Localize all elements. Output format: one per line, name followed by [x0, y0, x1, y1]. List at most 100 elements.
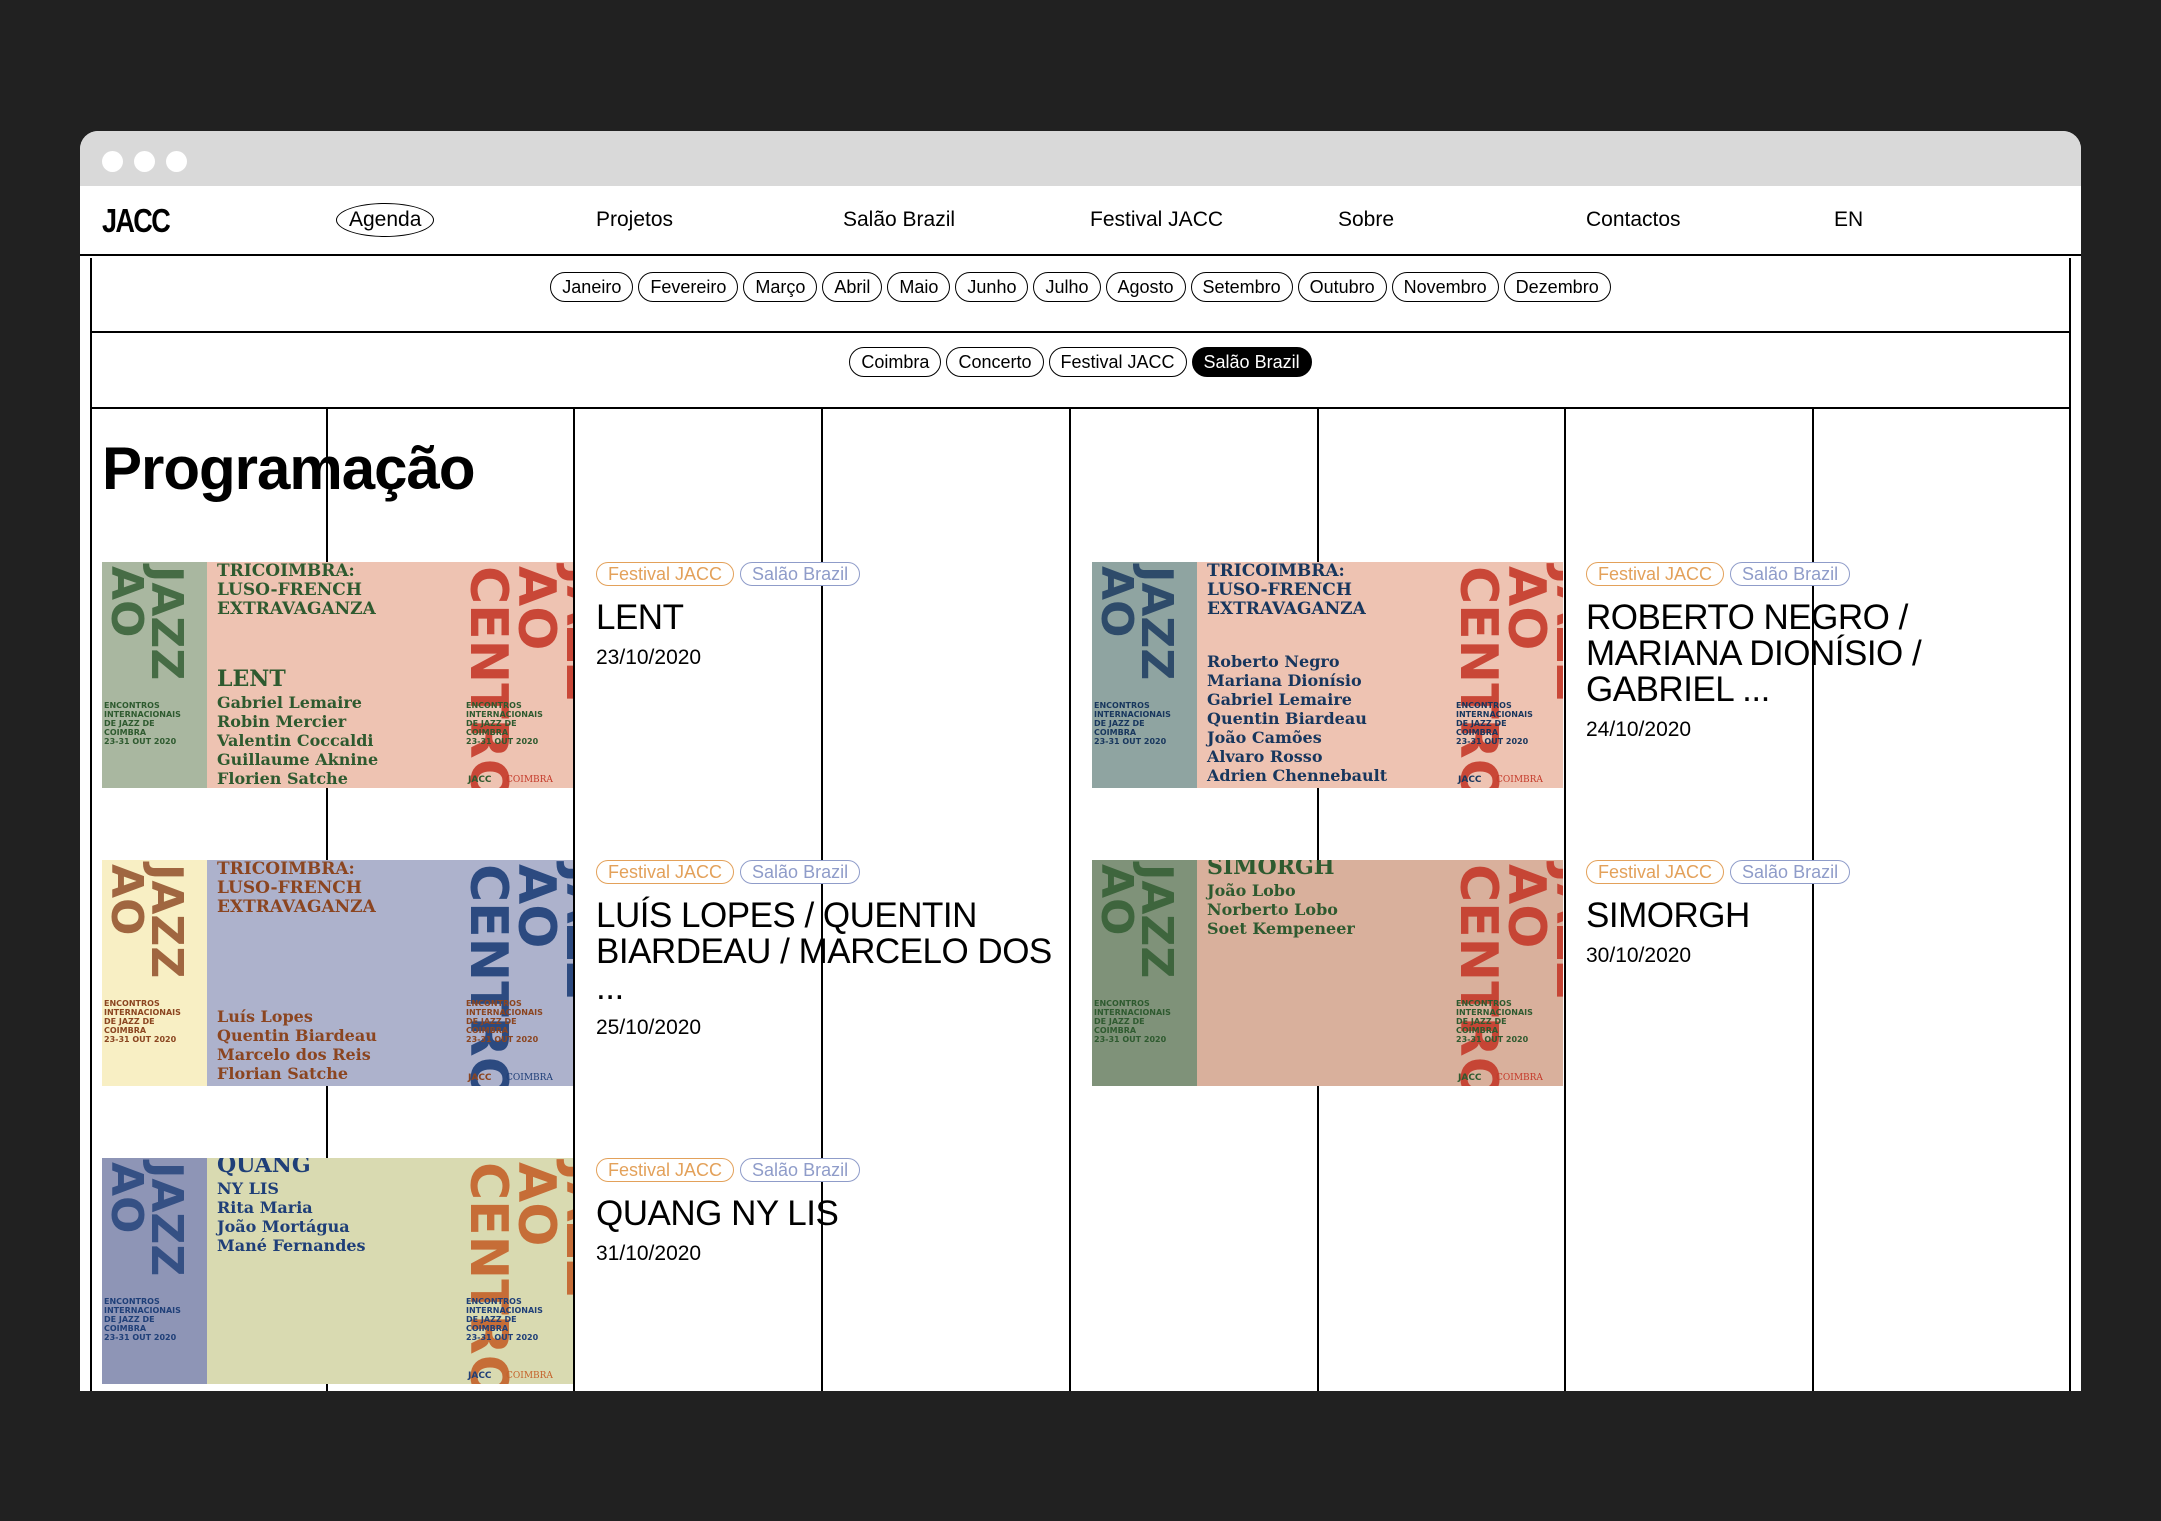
poster-festival-name: DE JAZZ DE [1094, 1017, 1145, 1026]
category-pill-coimbra[interactable]: Coimbra [849, 347, 942, 377]
poster-headline: EXTRAVAGANZA [1207, 599, 1367, 619]
tag-festival-jacc[interactable]: Festival JACC [596, 1158, 735, 1182]
month-pill-janeiro[interactable]: Janeiro [550, 272, 634, 302]
poster-lineup-line: NY LIS [217, 1179, 279, 1198]
tag-festival-jacc[interactable]: Festival JACC [596, 562, 735, 586]
window-dot-maximize[interactable] [166, 151, 187, 172]
poster-festival-name: INTERNACIONAIS [1094, 710, 1171, 719]
poster-lineup-line: Mariana Dionísio [1207, 671, 1362, 690]
nav-item-contactos[interactable]: Contactos [1586, 206, 1681, 234]
poster-festival-name: INTERNACIONAIS [1456, 1008, 1533, 1017]
poster-festival-name: 23-31 OUT 2020 [104, 1333, 177, 1342]
poster-lineup-line: Valentin Coccaldi [216, 731, 373, 750]
month-pill-agosto[interactable]: Agosto [1105, 272, 1186, 302]
category-pill-sal-o-brazil[interactable]: Salão Brazil [1191, 347, 1312, 377]
event-tags: Festival JACC Salão Brazil [596, 860, 861, 884]
poster-footer-logo: JACC [1457, 775, 1482, 785]
poster-festival-name: ENCONTROS [1456, 701, 1512, 710]
poster-festival-name: 23-31 OUT 2020 [1094, 1035, 1167, 1044]
poster-lineup-line: Marcelo dos Reis [217, 1045, 371, 1064]
poster-festival-name: INTERNACIONAIS [466, 710, 543, 719]
tag-salao-brazil[interactable]: Salão Brazil [1730, 860, 1851, 884]
poster-lineup-line: Florian Satche [217, 1064, 348, 1083]
poster-festival-name: COIMBRA [104, 728, 147, 737]
poster-big-title: CENTRO [1448, 566, 1508, 788]
tag-salao-brazil[interactable]: Salão Brazil [740, 860, 861, 884]
poster-festival-name: INTERNACIONAIS [466, 1306, 543, 1315]
poster-festival-name: INTERNACIONAIS [466, 1008, 543, 1017]
event-title[interactable]: LUÍS LOPES / QUENTIN BIARDEAU / MARCELO … [596, 898, 1066, 1006]
event-poster-art: JAZZAOENCONTROSINTERNACIONAISDE JAZZ DEC… [102, 562, 573, 788]
poster-festival-name: DE JAZZ DE [1094, 719, 1145, 728]
poster-headline: TRICOIMBRA: [217, 562, 355, 581]
event-title[interactable]: SIMORGH [1586, 898, 2056, 934]
category-pill-festival-jacc[interactable]: Festival JACC [1048, 347, 1187, 377]
poster-festival-name: COIMBRA [1094, 1026, 1137, 1035]
window-dot-close[interactable] [102, 151, 123, 172]
event-title[interactable]: LENT [596, 600, 1066, 636]
poster-lineup-line: Guillaume Aknine [217, 750, 378, 769]
month-pill-março[interactable]: Março [743, 272, 818, 302]
event-poster[interactable]: JAZZ AO ENCONTROS INTERNACIONAIS DE JAZZ DE C… [102, 562, 573, 788]
month-pill-junho[interactable]: Junho [955, 272, 1029, 302]
poster-lineup-line: QUANG [217, 1158, 311, 1178]
poster-lineup-line: SIMORGH [1207, 860, 1335, 880]
event-tags: Festival JACC Salão Brazil [596, 1158, 861, 1182]
tag-festival-jacc[interactable]: Festival JACC [1586, 860, 1725, 884]
poster-festival-name: DE JAZZ DE [1456, 719, 1507, 728]
poster-lineup-line: Rita Maria [217, 1198, 313, 1217]
poster-festival-name: COIMBRA [1456, 728, 1499, 737]
poster-festival-name: ENCONTROS [466, 1297, 522, 1306]
event-poster-art: JAZZAOENCONTROSINTERNACIONAISDE JAZZ DEC… [102, 860, 573, 1086]
event-poster[interactable]: JAZZ AO ENCONTROS INTERNACIONAIS DE JAZZ DE C… [1092, 562, 1563, 788]
nav-item-festival-jacc[interactable]: Festival JACC [1090, 206, 1223, 234]
month-pill-novembro[interactable]: Novembro [1391, 272, 1499, 302]
tag-salao-brazil[interactable]: Salão Brazil [740, 1158, 861, 1182]
window-dot-minimize[interactable] [134, 151, 155, 172]
poster-festival-name: 23-31 OUT 2020 [466, 1333, 539, 1342]
poster-lineup-line: LENT [217, 666, 286, 692]
nav-item-projetos[interactable]: Projetos [596, 206, 673, 234]
tag-festival-jacc[interactable]: Festival JACC [1586, 562, 1725, 586]
month-pill-julho[interactable]: Julho [1033, 272, 1101, 302]
poster-headline: EXTRAVAGANZA [217, 897, 377, 917]
event-title[interactable]: ROBERTO NEGRO / MARIANA DIONÍSIO / GABRI… [1586, 600, 1946, 708]
poster-footer-logo: COIMBRA [506, 775, 553, 785]
poster-festival-name: INTERNACIONAIS [104, 1306, 181, 1315]
event-poster-art: JAZZAOENCONTROSINTERNACIONAISDE JAZZ DEC… [1092, 860, 1563, 1086]
site-logo[interactable]: JACC [102, 202, 171, 240]
month-pill-setembro[interactable]: Setembro [1190, 272, 1293, 302]
tag-salao-brazil[interactable]: Salão Brazil [740, 562, 861, 586]
poster-lineup-line: João Camões [1205, 728, 1322, 747]
tag-salao-brazil[interactable]: Salão Brazil [1730, 562, 1851, 586]
event-poster[interactable]: JAZZ AO ENCONTROS INTERNACIONAIS DE JAZZ DE C… [102, 860, 573, 1086]
poster-festival-name: INTERNACIONAIS [104, 710, 181, 719]
month-pill-outubro[interactable]: Outubro [1297, 272, 1387, 302]
poster-festival-name: ENCONTROS [466, 999, 522, 1008]
poster-lineup-line: João Lobo [1205, 881, 1296, 900]
event-poster[interactable]: JAZZ AO ENCONTROS INTERNACIONAIS DE JAZZ DE C… [102, 1158, 573, 1384]
poster-lineup-line: Quentin Biardeau [217, 1026, 377, 1045]
category-pill-concerto[interactable]: Concerto [946, 347, 1044, 377]
nav-item-salao-brazil[interactable]: Salão Brazil [843, 206, 955, 234]
nav-item-language-en[interactable]: EN [1834, 206, 1863, 234]
poster-footer-logo: JACC [467, 1371, 492, 1381]
poster-headline: TRICOIMBRA: [217, 860, 355, 879]
tag-festival-jacc[interactable]: Festival JACC [596, 860, 735, 884]
event-poster[interactable]: JAZZ AO ENCONTROS INTERNACIONAIS DE JAZZ DE C… [1092, 860, 1563, 1086]
poster-festival-name: COIMBRA [104, 1026, 147, 1035]
poster-festival-name: COIMBRA [466, 728, 509, 737]
month-pill-fevereiro[interactable]: Fevereiro [638, 272, 739, 302]
month-pill-abril[interactable]: Abril [822, 272, 883, 302]
nav-item-agenda[interactable]: Agenda [336, 203, 435, 237]
poster-festival-name: ENCONTROS [1094, 999, 1150, 1008]
event-title[interactable]: QUANG NY LIS [596, 1196, 1066, 1232]
poster-lineup-line: João Mortágua [215, 1217, 350, 1236]
poster-festival-name: 23-31 OUT 2020 [466, 737, 539, 746]
nav-item-sobre[interactable]: Sobre [1338, 206, 1394, 234]
month-pill-dezembro[interactable]: Dezembro [1503, 272, 1611, 302]
month-pill-maio[interactable]: Maio [887, 272, 951, 302]
poster-footer-logo: COIMBRA [506, 1073, 553, 1083]
event-poster-art: JAZZAOENCONTROSINTERNACIONAISDE JAZZ DEC… [102, 1158, 573, 1384]
event-poster-art: JAZZAOENCONTROSINTERNACIONAISDE JAZZ DEC… [1092, 562, 1563, 788]
